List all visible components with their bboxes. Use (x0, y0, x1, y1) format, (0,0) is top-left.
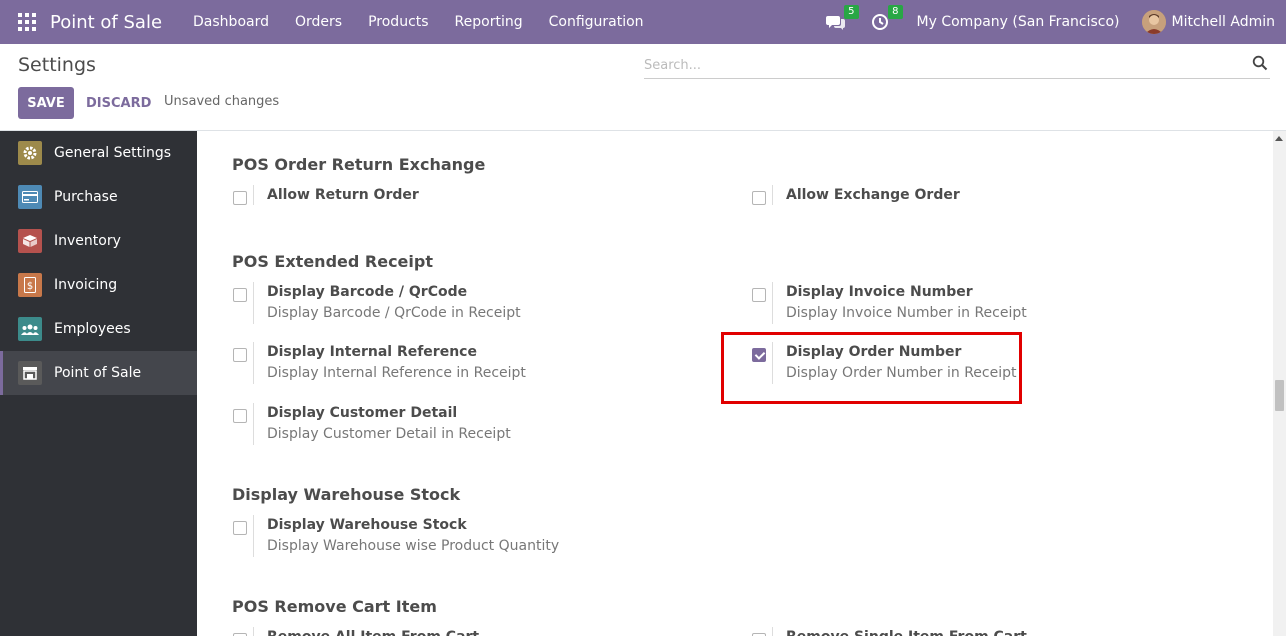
highlight-box (721, 332, 1022, 404)
avatar[interactable] (1141, 10, 1166, 34)
app-name[interactable]: Point of Sale (50, 12, 162, 33)
section-title: POS Order Return Exchange (232, 155, 486, 174)
display-customer-detail-checkbox[interactable] (233, 409, 247, 423)
chat-icon (825, 16, 845, 30)
sidebar-item-label: Purchase (54, 189, 118, 205)
user-avatar-icon (1141, 10, 1166, 34)
setting-label: Allow Exchange Order (786, 187, 960, 203)
setting-description: Display Internal Reference in Receipt (267, 365, 526, 381)
clock-icon (871, 14, 888, 30)
unsaved-status: Unsaved changes (164, 94, 280, 109)
menu-configuration[interactable]: Configuration (536, 0, 657, 44)
sidebar-item-label: Invoicing (54, 277, 118, 293)
company-switcher[interactable]: My Company (San Francisco) (917, 14, 1120, 30)
section-title: POS Remove Cart Item (232, 597, 437, 616)
setting-label: Display Customer Detail (267, 405, 458, 421)
page-title: Settings (18, 54, 96, 76)
search-bar (644, 52, 1270, 79)
display-internal-reference-checkbox[interactable] (233, 348, 247, 362)
scroll-up-icon[interactable] (1275, 136, 1283, 141)
allow-return-order-checkbox[interactable] (233, 191, 247, 205)
top-navbar: Point of Sale Dashboard Orders Products … (0, 0, 1286, 44)
display-barcode-checkbox[interactable] (233, 288, 247, 302)
display-invoice-number-checkbox[interactable] (752, 288, 766, 302)
control-panel: Settings SAVE DISCARD Unsaved changes (0, 44, 1286, 131)
setting-label: Display Invoice Number (786, 284, 973, 300)
section-title: POS Extended Receipt (232, 252, 433, 271)
menu-dashboard[interactable]: Dashboard (180, 0, 282, 44)
sidebar-item-inventory[interactable]: Inventory (0, 219, 197, 263)
box-icon (18, 229, 42, 253)
scrollbar-thumb[interactable] (1275, 380, 1284, 411)
credit-card-icon (18, 185, 42, 209)
sidebar-item-invoicing[interactable]: $ Invoicing (0, 263, 197, 307)
save-button[interactable]: SAVE (18, 87, 74, 119)
gear-icon (18, 141, 42, 165)
settings-content: POS Order Return Exchange Allow Return O… (197, 131, 1273, 636)
discard-button[interactable]: DISCARD (86, 87, 151, 119)
menu-orders[interactable]: Orders (282, 0, 355, 44)
store-icon (18, 361, 42, 385)
sidebar-item-general-settings[interactable]: General Settings (0, 131, 197, 175)
setting-label: Display Internal Reference (267, 344, 477, 360)
setting-description: Display Warehouse wise Product Quantity (267, 538, 560, 554)
sidebar-item-label: General Settings (54, 145, 172, 161)
sidebar-item-purchase[interactable]: Purchase (0, 175, 197, 219)
scrollbar[interactable] (1273, 131, 1286, 636)
menu-products[interactable]: Products (355, 0, 441, 44)
sidebar-item-employees[interactable]: Employees (0, 307, 197, 351)
search-input[interactable] (644, 52, 1234, 78)
invoice-icon: $ (18, 273, 42, 297)
users-icon (18, 317, 42, 341)
messages-button[interactable]: 5 (825, 5, 859, 33)
setting-label: Remove Single Item From Cart (786, 627, 1027, 636)
setting-label: Allow Return Order (267, 187, 419, 203)
search-icon[interactable] (1252, 55, 1268, 71)
menu-reporting[interactable]: Reporting (442, 0, 536, 44)
apps-menu-icon[interactable] (18, 13, 36, 31)
display-warehouse-stock-checkbox[interactable] (233, 521, 247, 535)
messages-count-badge: 5 (844, 5, 859, 19)
sidebar-item-label: Inventory (54, 233, 121, 249)
sidebar-item-label: Point of Sale (54, 365, 142, 381)
svg-text:$: $ (27, 281, 33, 292)
section-title: Display Warehouse Stock (232, 485, 461, 504)
sidebar-item-label: Employees (54, 321, 131, 337)
settings-sidebar: General Settings Purchase Inventory $ In… (0, 131, 197, 636)
setting-description: Display Customer Detail in Receipt (267, 426, 511, 442)
setting-description: Display Invoice Number in Receipt (786, 305, 1027, 321)
setting-description: Display Barcode / QrCode in Receipt (267, 305, 521, 321)
activities-button[interactable]: 8 (869, 5, 903, 33)
setting-label: Display Warehouse Stock (267, 517, 467, 533)
setting-label: Remove All Item From Cart (267, 627, 479, 636)
activities-count-badge: 8 (888, 5, 903, 19)
user-menu[interactable]: Mitchell Admin (1172, 14, 1276, 30)
sidebar-item-point-of-sale[interactable]: Point of Sale (0, 351, 197, 395)
setting-label: Display Barcode / QrCode (267, 284, 468, 300)
allow-exchange-order-checkbox[interactable] (752, 191, 766, 205)
